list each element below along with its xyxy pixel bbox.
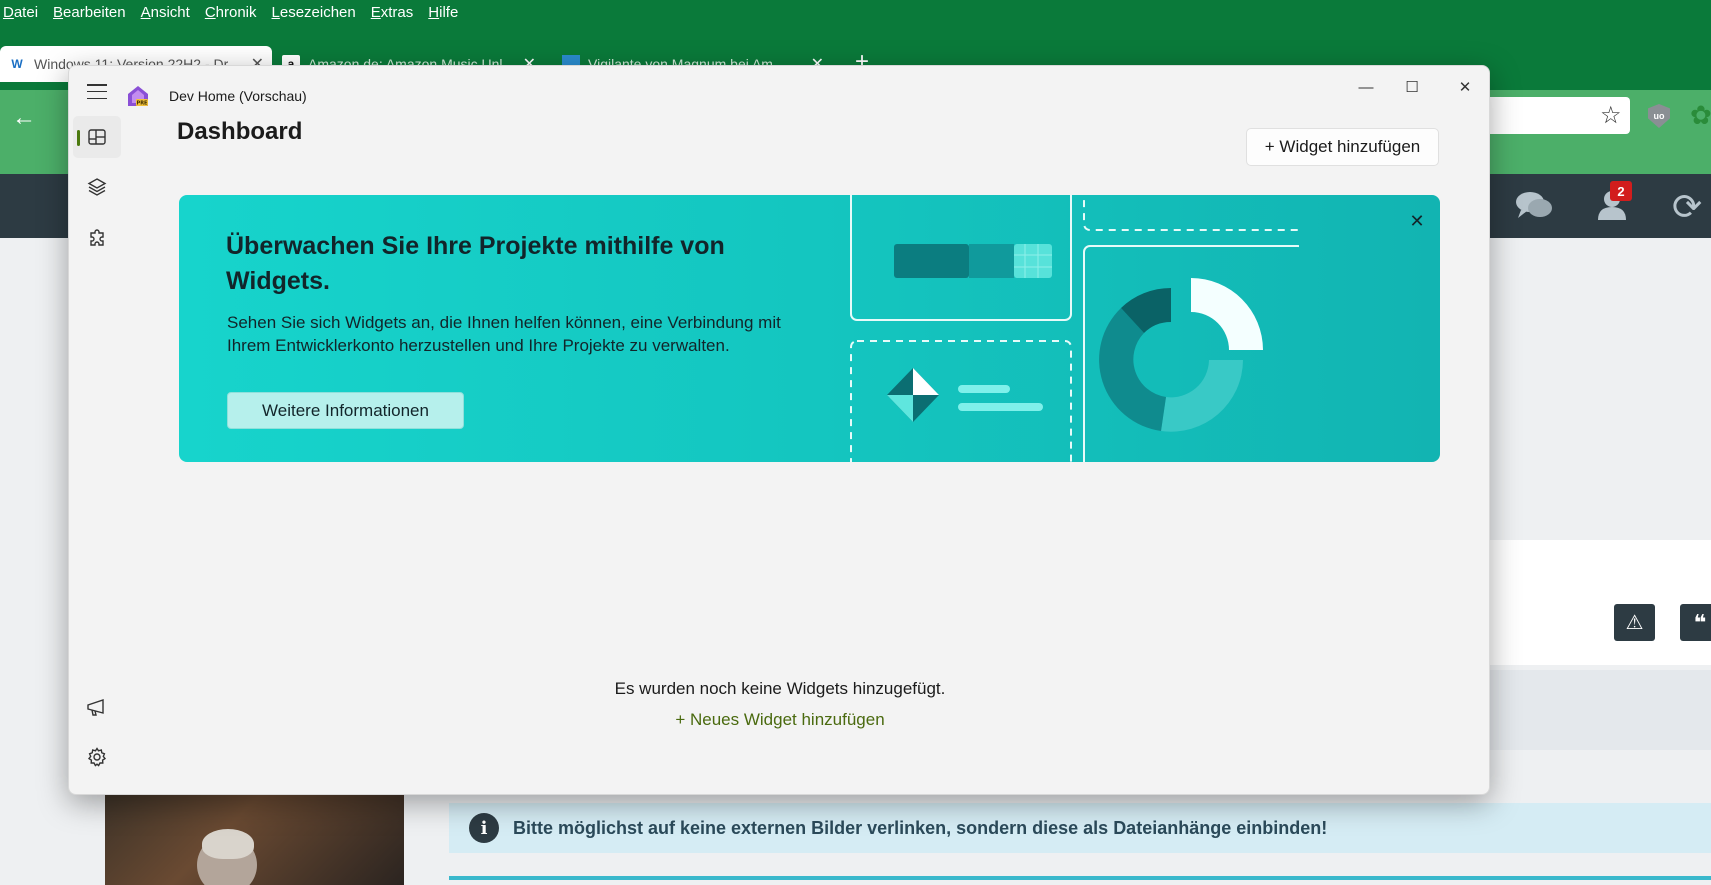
svg-text:PRE: PRE (137, 101, 149, 107)
layers-icon (87, 178, 107, 196)
nav-extensions[interactable] (73, 216, 121, 258)
dev-home-app-icon: PRE (128, 86, 149, 107)
dashboard-icon (88, 129, 106, 145)
divider (449, 876, 1711, 880)
close-button[interactable]: ✕ (1442, 72, 1488, 102)
info-banner-text: Bitte möglichst auf keine externen Bilde… (513, 817, 1328, 838)
site-content-strip (1490, 670, 1711, 750)
add-new-widget-link[interactable]: + Neues Widget hinzufügen (69, 710, 1489, 730)
menu-item-datei[interactable]: Datei (3, 4, 45, 21)
warning-icon[interactable]: ⚠ (1614, 604, 1655, 641)
hero-description: Sehen Sie sich Widgets an, die Ihnen hel… (227, 313, 781, 355)
nav-machine-configuration[interactable] (73, 166, 121, 208)
site-content-panel (1490, 540, 1711, 665)
video-thumbnail[interactable] (105, 795, 404, 885)
extension-icon[interactable]: ✿ (1690, 100, 1711, 131)
add-widget-button[interactable]: + Widget hinzufügen (1246, 128, 1439, 166)
maximize-button[interactable]: ☐ (1389, 72, 1435, 102)
info-icon: i (469, 813, 499, 843)
minimize-button[interactable]: — (1343, 72, 1389, 102)
title-bar: PRE Dev Home (Vorschau) — ☐ ✕ (69, 66, 1489, 114)
page-title: Dashboard (177, 118, 303, 145)
hamburger-menu-icon[interactable] (87, 84, 107, 99)
info-banner: i Bitte möglichst auf keine externen Bil… (449, 803, 1711, 853)
menu-item-extras[interactable]: Extras (371, 4, 421, 21)
menu-item-chronik[interactable]: Chronik (205, 4, 264, 21)
nav-dashboard[interactable] (73, 116, 121, 158)
refresh-icon[interactable]: ⟳ (1672, 186, 1702, 228)
app-title: Dev Home (Vorschau) (169, 88, 307, 104)
widgets-illustration (850, 195, 1299, 462)
chat-icon[interactable] (1515, 190, 1553, 228)
menu-bar: Datei Bearbeiten Ansicht Chronik Lesezeichen… (0, 0, 465, 24)
puzzle-icon (90, 229, 104, 246)
hero-banner: Überwachen Sie Ihre Projekte mithilfe vo… (179, 195, 1440, 462)
quote-icon[interactable]: ❝ (1680, 604, 1711, 641)
nav-settings[interactable] (73, 736, 121, 778)
empty-state-message: Es wurden noch keine Widgets hinzugefügt… (614, 679, 946, 698)
menu-item-bearbeiten[interactable]: Bearbeiten (53, 4, 133, 21)
gear-icon (87, 747, 107, 767)
notification-badge: 2 (1610, 181, 1632, 201)
star-icon[interactable]: ☆ (1600, 101, 1622, 130)
selection-indicator (77, 130, 80, 146)
wikipedia-favicon-icon: W (11, 57, 23, 71)
menu-item-lesezeichen[interactable]: Lesezeichen (272, 4, 363, 21)
back-arrow-icon[interactable]: ← (12, 104, 36, 132)
dev-home-window: PRE Dev Home (Vorschau) — ☐ ✕ Dashboard … (68, 65, 1490, 795)
hero-title: Überwachen Sie Ihre Projekte mithilfe vo… (226, 232, 725, 295)
learn-more-button[interactable]: Weitere Informationen (227, 392, 464, 429)
menu-item-ansicht[interactable]: Ansicht (141, 4, 197, 21)
menu-item-hilfe[interactable]: Hilfe (428, 4, 465, 21)
close-icon[interactable]: ✕ (1405, 209, 1429, 233)
